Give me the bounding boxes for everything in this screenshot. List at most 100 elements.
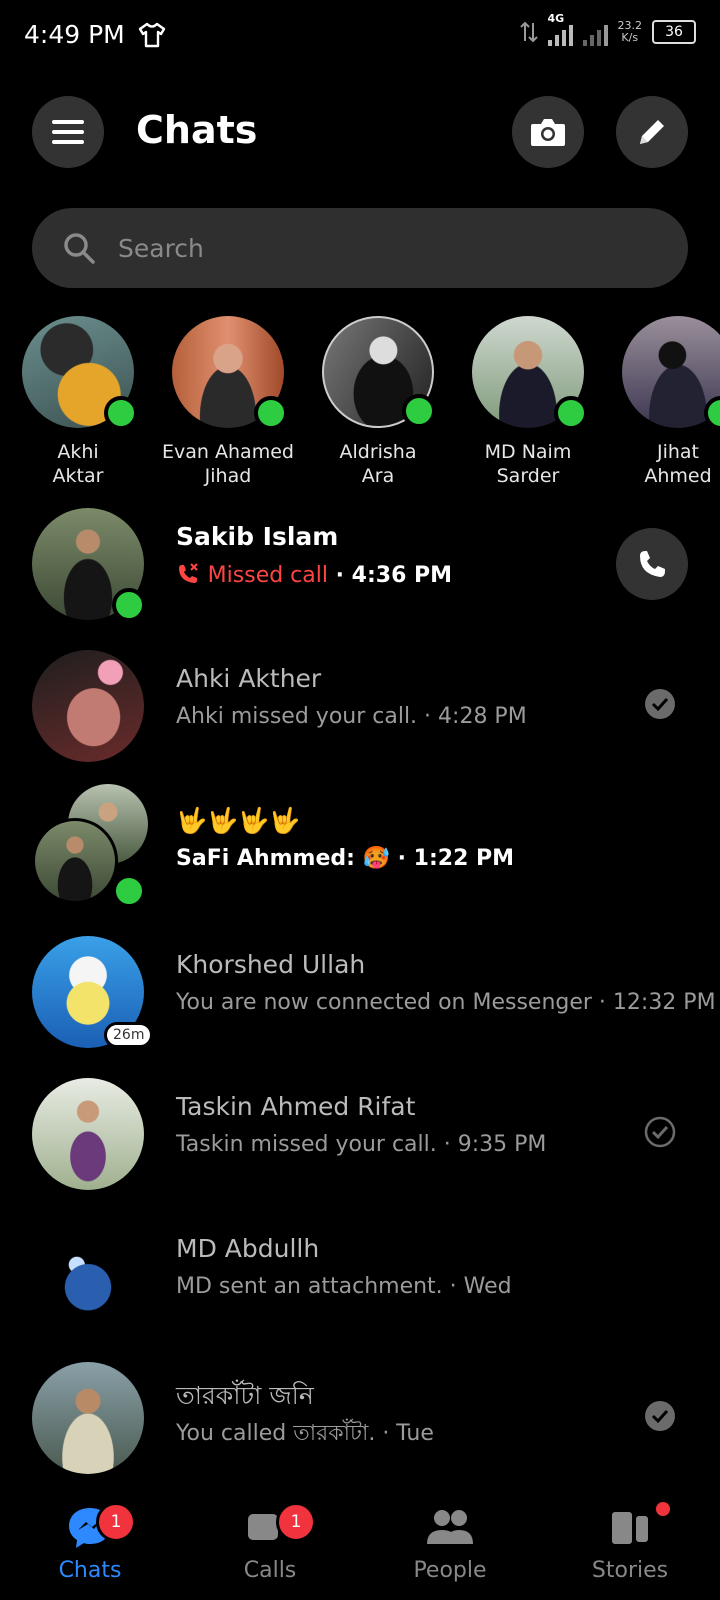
contact-name-line1: Akhi	[57, 441, 99, 463]
signal-icon-2	[582, 18, 608, 46]
missed-call-label: Missed call	[207, 563, 328, 588]
online-indicator	[104, 396, 138, 430]
chat-row[interactable]: Ahki Akther Ahki missed your call. · 4:2…	[0, 642, 720, 772]
missed-calls-badge: 1	[276, 1502, 316, 1542]
active-time-badge: 26m	[104, 1022, 154, 1048]
delivered-check-icon	[644, 1116, 676, 1148]
avatar	[22, 316, 138, 430]
contact-name-line2: Ahmed	[644, 465, 712, 487]
seen-check-icon	[645, 689, 675, 719]
speed-unit: K/s	[621, 31, 639, 44]
tab-chats[interactable]: 1 Chats	[0, 1480, 180, 1600]
contact-name: MD Naim Sarder	[458, 440, 598, 488]
chat-name: 🤟🤟🤟🤟	[176, 806, 301, 835]
active-contact[interactable]: Evan Ahamed Jihad	[158, 316, 298, 488]
clock: 4:49 PM	[24, 20, 125, 49]
contact-name-line2: Ara	[361, 465, 395, 487]
search-bar[interactable]	[32, 208, 688, 288]
avatar	[32, 1078, 144, 1190]
chat-name: Ahki Akther	[176, 664, 322, 693]
online-indicator	[402, 394, 436, 428]
chat-preview: You called তারকাঁটা. · Tue	[176, 1421, 434, 1446]
people-icon	[427, 1510, 473, 1544]
header: Chats	[0, 96, 720, 176]
online-indicator	[112, 874, 146, 908]
contact-name-line1: Aldrisha	[339, 441, 417, 463]
contact-name: Akhi Aktar	[8, 440, 148, 488]
active-contact[interactable]: Jihat Ahmed	[608, 316, 720, 488]
bottom-nav: 1 Chats 1 Calls People Stories	[0, 1480, 720, 1600]
call-back-button[interactable]	[616, 528, 688, 600]
chat-name: Sakib Islam	[176, 522, 339, 551]
battery-icon: 36	[652, 20, 696, 44]
chat-name: Khorshed Ullah	[176, 950, 366, 979]
contact-name-line2: Aktar	[52, 465, 104, 487]
chat-name: Taskin Ahmed Rifat	[176, 1092, 416, 1121]
battery-level: 36	[665, 24, 683, 40]
tab-label: People	[413, 1558, 487, 1583]
avatar	[32, 650, 144, 762]
avatar	[172, 316, 288, 430]
chat-row[interactable]: Sakib Islam Missed call · 4:36 PM	[0, 500, 720, 630]
hamburger-icon	[52, 120, 84, 144]
chat-row[interactable]: তারকাঁটা জনি You called তারকাঁটা. · Tue	[0, 1354, 720, 1484]
contact-name-line1: Evan Ahamed	[162, 441, 294, 463]
chat-row[interactable]: Taskin Ahmed Rifat Taskin missed your ca…	[0, 1070, 720, 1200]
chat-row[interactable]: 🤟🤟🤟🤟 SaFi Ahmmed: 🥵 · 1:22 PM	[0, 784, 720, 914]
chat-preview: Missed call · 4:36 PM	[176, 562, 452, 588]
avatar	[32, 1362, 144, 1474]
network-type: 4G	[547, 12, 565, 25]
chat-row[interactable]: MD Abdullh MD sent an attachment. · Wed	[0, 1212, 720, 1342]
chat-name: MD Abdullh	[176, 1234, 320, 1263]
search-input[interactable]	[116, 232, 640, 264]
new-story-dot	[656, 1502, 670, 1516]
online-indicator	[554, 396, 588, 430]
online-indicator	[254, 396, 288, 430]
chat-name: তারকাঁটা জনি	[176, 1381, 314, 1410]
unread-badge: 1	[96, 1502, 136, 1542]
tab-label: Chats	[58, 1558, 122, 1583]
pencil-icon	[640, 120, 664, 144]
phone-icon	[640, 551, 665, 577]
chat-row[interactable]: 26m Khorshed Ullah You are now connected…	[0, 928, 720, 1058]
missed-call-icon	[179, 563, 198, 583]
stories-icon	[612, 1512, 648, 1544]
tab-label: Calls	[243, 1558, 297, 1583]
tab-stories[interactable]: Stories	[540, 1480, 720, 1600]
chat-preview: Taskin missed your call. · 9:35 PM	[176, 1132, 547, 1157]
page-title: Chats	[136, 108, 258, 152]
compose-button[interactable]	[616, 96, 688, 168]
tshirt-icon	[138, 22, 166, 48]
chat-preview: MD sent an attachment. · Wed	[176, 1274, 512, 1299]
group-avatar-front	[32, 818, 118, 904]
chat-preview: SaFi Ahmmed: 🥵 · 1:22 PM	[176, 846, 515, 871]
avatar	[472, 316, 588, 430]
status-bar: 4:49 PM 4G 23.2 K/s 36	[0, 0, 720, 72]
menu-button[interactable]	[32, 96, 104, 168]
active-contacts-row: Akhi Aktar Evan Ahamed Jihad Aldrisha Ar…	[0, 316, 720, 496]
chat-preview: You are now connected on Messenger · 12:…	[176, 990, 716, 1015]
seen-check-icon	[645, 1401, 675, 1431]
active-contact[interactable]: Aldrisha Ara	[308, 316, 448, 488]
active-contact[interactable]: MD Naim Sarder	[458, 316, 598, 488]
contact-name: Aldrisha Ara	[308, 440, 448, 488]
contact-name-line2: Sarder	[496, 465, 560, 487]
avatar	[622, 316, 720, 430]
online-indicator	[704, 396, 720, 430]
search-icon	[64, 233, 95, 264]
contact-name-line1: Jihat	[656, 441, 700, 463]
active-contact[interactable]: Akhi Aktar	[8, 316, 148, 488]
tab-people[interactable]: People	[360, 1480, 540, 1600]
contact-name-line2: Jihad	[204, 465, 252, 487]
chat-time: · 4:36 PM	[335, 563, 453, 588]
camera-icon	[531, 119, 565, 146]
tab-calls[interactable]: 1 Calls	[180, 1480, 360, 1600]
camera-button[interactable]	[512, 96, 584, 168]
network-speed: 23.2 K/s	[618, 20, 643, 44]
contact-name: Jihat Ahmed	[608, 440, 720, 488]
contact-name-line1: MD Naim	[484, 441, 572, 463]
online-indicator	[112, 588, 146, 622]
tab-label: Stories	[591, 1558, 669, 1583]
chat-preview: Ahki missed your call. · 4:28 PM	[176, 704, 527, 729]
data-arrows-icon	[519, 21, 538, 43]
